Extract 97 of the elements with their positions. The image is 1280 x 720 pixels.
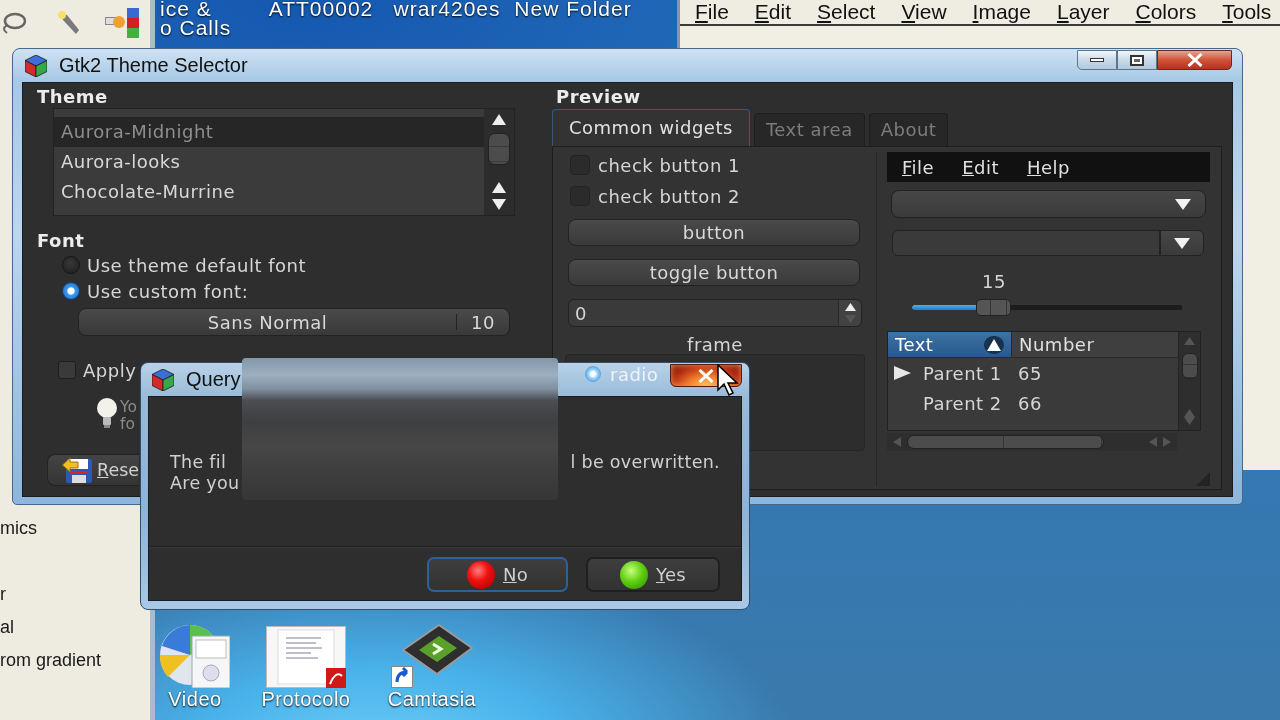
hint-text: Yo fo (120, 399, 137, 433)
spin-button[interactable]: 0 (568, 299, 862, 327)
close-button[interactable] (1157, 50, 1232, 70)
tree-cell: 65 (1018, 362, 1042, 384)
toggle-button[interactable]: toggle button (568, 259, 860, 286)
section-heading: Preview (555, 86, 642, 108)
menu-item[interactable]: File (902, 156, 935, 178)
list-item[interactable]: Aurora-Midnight (54, 117, 484, 147)
checkbox[interactable] (58, 361, 76, 379)
column-header[interactable]: Text (888, 332, 1011, 357)
expander-icon[interactable] (894, 366, 911, 380)
frame-label: frame (687, 334, 743, 355)
up-arrow-icon[interactable] (844, 303, 856, 311)
scrollbar-thumb[interactable] (907, 435, 1104, 449)
down-arrow-icon[interactable] (492, 199, 506, 210)
dropdown-arrow-icon (1175, 198, 1191, 210)
combo-box[interactable] (891, 190, 1206, 218)
menu-item[interactable]: File (695, 1, 729, 23)
tree-cell: Parent 2 (923, 392, 1002, 414)
scrollbar[interactable] (484, 109, 514, 215)
checkbox-label[interactable]: check button 1 (598, 154, 740, 176)
left-arrow-icon[interactable] (893, 437, 901, 447)
minimize-icon (1090, 58, 1104, 62)
desktop-icon-label[interactable]: ATT00002 (268, 0, 374, 18)
dialog-title: Query (186, 368, 241, 391)
scrollbar-thumb[interactable] (1181, 353, 1198, 379)
floppy-arrow-icon (62, 457, 92, 483)
desktop-icon-label[interactable]: ice & o Calls (160, 0, 232, 37)
color-blocks-icon[interactable] (105, 7, 141, 38)
tree-cell: Parent 1 (923, 362, 1002, 384)
close-icon (698, 368, 714, 383)
menu-item[interactable]: Layer (1056, 1, 1110, 23)
list-item[interactable]: Aurora-looks (54, 147, 484, 177)
scrollbar[interactable] (887, 433, 1177, 451)
radio-label[interactable]: Use theme default font (87, 254, 307, 276)
tab[interactable]: About (868, 113, 949, 146)
font-button[interactable]: Sans Normal 10 (78, 308, 510, 336)
up-arrow-icon[interactable] (492, 114, 506, 125)
scrollbar-thumb[interactable] (488, 133, 510, 165)
menu-item[interactable]: Edit (754, 1, 792, 23)
push-button[interactable]: button (568, 219, 860, 246)
list-item[interactable]: al (0, 611, 14, 644)
menu-item[interactable]: Edit (962, 156, 999, 178)
sort-arrow-icon (984, 335, 1004, 354)
menu-item[interactable]: Select (817, 1, 876, 23)
section-heading: Font (37, 230, 85, 252)
checkbox-label[interactable]: check button 2 (598, 185, 740, 207)
cube-icon (25, 54, 47, 77)
menu-item[interactable]: Help (1027, 156, 1071, 178)
window-title: Gtk2 Theme Selector (59, 54, 248, 77)
slider-value: 15 (982, 272, 1006, 292)
circle-icon (620, 560, 648, 589)
right-arrow-icon[interactable] (1163, 437, 1171, 447)
cube-icon (152, 368, 174, 391)
dropdown-button[interactable] (1160, 230, 1204, 256)
close-icon (1186, 53, 1203, 67)
disc-icon[interactable] (160, 622, 230, 688)
film-box-shortcut-icon[interactable] (391, 622, 473, 688)
scrollbar[interactable] (1178, 332, 1200, 430)
menu-item[interactable]: View (901, 1, 947, 23)
list-item[interactable]: mics (0, 512, 37, 545)
cursor-icon (717, 364, 739, 397)
reset-button[interactable]: Rese (47, 454, 140, 486)
menu-item[interactable]: Image (972, 1, 1031, 23)
radio-button[interactable] (62, 282, 80, 300)
maximize-icon (1130, 54, 1144, 66)
menu-item[interactable]: Tools (1222, 1, 1272, 23)
slider-thumb[interactable] (976, 299, 1011, 316)
list-item[interactable]: Chocolate-Murrine (54, 177, 484, 207)
brush-icon[interactable] (58, 10, 80, 35)
tab[interactable]: Text area (753, 113, 865, 146)
desktop-icon-label[interactable]: wrar420es (393, 0, 501, 18)
section-heading: Theme (37, 86, 108, 108)
dialog-button[interactable]: Yes (586, 557, 720, 592)
lasso-icon[interactable] (0, 11, 26, 34)
left-arrow-icon[interactable] (1149, 437, 1157, 447)
checkbox-label[interactable]: Apply (83, 359, 137, 381)
dropdown-arrow-icon (1174, 237, 1190, 249)
maximize-button[interactable] (1117, 50, 1157, 70)
radio-label[interactable]: Use custom font: (87, 280, 249, 302)
dialog-button[interactable]: No (427, 557, 568, 592)
minimize-button[interactable] (1077, 50, 1117, 70)
list-item[interactable]: r (0, 578, 6, 611)
text-field[interactable] (892, 230, 1160, 256)
message-text: Are you (170, 473, 240, 494)
list-item[interactable]: rom gradient (0, 644, 102, 677)
pdf-document-icon[interactable] (266, 626, 346, 688)
menu-item[interactable]: Colors (1135, 1, 1197, 23)
radio-button[interactable] (62, 256, 80, 274)
up-arrow-icon[interactable] (492, 182, 506, 193)
circle-icon (466, 560, 495, 589)
message-text: l be overwritten. (570, 452, 720, 473)
tab[interactable]: Common widgets (552, 109, 750, 146)
lightbulb-icon (96, 398, 118, 428)
desktop-icon-label[interactable]: New Folder (514, 0, 632, 18)
message-text: The fil (170, 452, 227, 473)
tree-cell: 66 (1018, 392, 1042, 414)
